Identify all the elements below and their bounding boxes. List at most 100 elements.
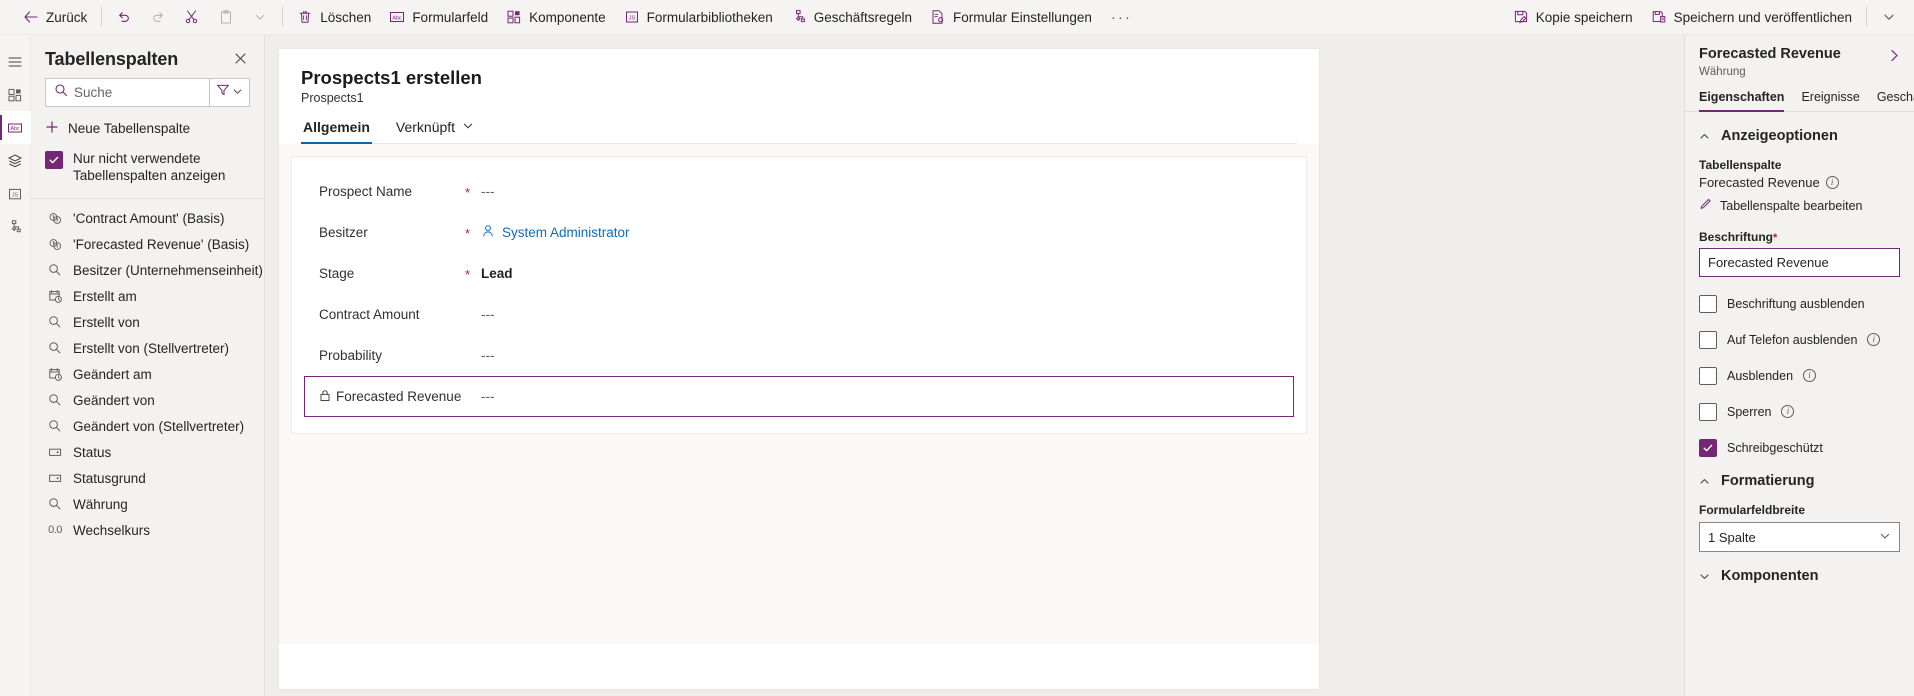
table-column-value: Forecasted Revenue (1699, 175, 1820, 190)
search-box[interactable] (45, 78, 210, 107)
list-item[interactable]: Erstellt am (31, 283, 264, 309)
group-title: Komponenten (1721, 568, 1819, 584)
save-and-publish-button[interactable]: Speichern und veröffentlichen (1642, 2, 1861, 32)
field-value: --- (481, 389, 495, 404)
form-libraries-button[interactable]: JS Formularbibliotheken (615, 2, 782, 32)
business-rules-button[interactable]: Geschäftsregeln (782, 2, 921, 32)
page-title: Prospects1 erstellen (301, 67, 482, 88)
list-item[interactable]: Geändert von (Stellvertreter) (31, 413, 264, 439)
group-komponenten[interactable]: Komponenten (1699, 568, 1900, 584)
checkbox-ausblenden[interactable]: Ausblenden i (1699, 366, 1900, 385)
list-item[interactable]: Statusgrund (31, 465, 264, 491)
checkbox-label: Sperren (1727, 404, 1772, 419)
form-settings-button[interactable]: Formular Einstellungen (921, 2, 1101, 32)
list-item-label: Erstellt von (Stellvertreter) (73, 340, 230, 356)
form-settings-icon (930, 9, 946, 25)
checkbox-auf-telefon-ausblenden[interactable]: Auf Telefon ausblenden i (1699, 330, 1900, 349)
svg-text:Abc: Abc (393, 15, 403, 21)
form-field-stage[interactable]: Stage * Lead (304, 253, 1294, 294)
hamburger-menu-icon[interactable] (0, 45, 31, 78)
tab-ereignisse[interactable]: Ereignisse (1801, 90, 1859, 111)
form-field-button[interactable]: Abc Formularfeld (380, 2, 497, 32)
edit-table-column-link[interactable]: Tabellenspalte bearbeiten (1699, 197, 1900, 214)
table-columns-list[interactable]: 'Contract Amount' (Basis) 'Forecasted Re… (31, 199, 264, 696)
list-item[interactable]: Geändert am (31, 361, 264, 387)
field-label: Besitzer (319, 225, 368, 240)
tab-geschaeft[interactable]: Geschäft (1877, 90, 1914, 111)
list-item[interactable]: Status (31, 439, 264, 465)
checkbox-label: Auf Telefon ausblenden (1727, 332, 1858, 347)
list-item[interactable]: Währung (31, 491, 264, 517)
form-field-contract-amount[interactable]: Contract Amount --- (304, 294, 1294, 335)
info-icon[interactable]: i (1781, 405, 1795, 418)
list-item[interactable]: 0.0 Wechselkurs (31, 517, 264, 543)
show-unused-columns-checkbox[interactable]: Nur nicht verwendete Tabellenspalten anz… (31, 148, 264, 199)
list-item[interactable]: Geändert von (31, 387, 264, 413)
search-input[interactable] (74, 85, 201, 100)
tab-eigenschaften[interactable]: Eigenschaften (1699, 90, 1785, 112)
chevron-up-icon (1699, 131, 1710, 142)
field-label: Stage (319, 266, 355, 281)
components-icon[interactable] (0, 78, 31, 111)
info-icon[interactable]: i (1867, 333, 1881, 346)
undo-icon (116, 9, 132, 25)
list-item[interactable]: 'Forecasted Revenue' (Basis) (31, 231, 264, 257)
info-icon[interactable]: i (1825, 176, 1839, 189)
paste-button[interactable] (209, 2, 243, 32)
undo-button[interactable] (107, 2, 141, 32)
component-button[interactable]: Komponente (497, 2, 615, 32)
info-icon[interactable]: i (1803, 369, 1817, 382)
tab-allgemein[interactable]: Allgemein (301, 119, 372, 144)
save-copy-button[interactable]: Kopie speichern (1504, 2, 1642, 32)
chevron-down-icon (252, 9, 268, 25)
form-field-label: Formularfeld (412, 9, 489, 25)
form-field-forecasted-revenue[interactable]: Forecasted Revenue --- (304, 376, 1294, 417)
overflow-menu-button[interactable]: ··· (1101, 2, 1142, 32)
abc-field-icon: Abc (389, 9, 405, 25)
form-field-prospect-name[interactable]: Prospect Name * --- (304, 171, 1294, 212)
group-formatierung[interactable]: Formatierung (1699, 473, 1900, 489)
properties-title: Forecasted Revenue (1699, 46, 1841, 62)
currency-icon (47, 210, 63, 226)
list-item[interactable]: 'Contract Amount' (Basis) (31, 205, 264, 231)
checkbox-schreibgeschuetzt[interactable]: Schreibgeschützt (1699, 438, 1900, 457)
redo-button[interactable] (141, 2, 175, 32)
abc-field-icon[interactable]: Abc (0, 111, 31, 144)
checkbox-sperren[interactable]: Sperren i (1699, 402, 1900, 421)
checkbox-box (1699, 403, 1717, 421)
save-copy-label: Kopie speichern (1535, 9, 1633, 25)
field-width-label: Formularfeldbreite (1699, 503, 1806, 517)
list-item[interactable]: Erstellt von (31, 309, 264, 335)
field-label: Prospect Name (319, 184, 413, 199)
required-indicator (465, 396, 481, 398)
close-panel-button[interactable] (229, 49, 252, 68)
new-table-column-label: Neue Tabellenspalte (68, 121, 191, 136)
list-item-label: Erstellt von (73, 314, 140, 330)
beschriftung-input[interactable] (1699, 248, 1900, 277)
list-item[interactable]: Erstellt von (Stellvertreter) (31, 335, 264, 361)
list-item[interactable]: Besitzer (Unternehmenseinheit) (31, 257, 264, 283)
new-table-column-button[interactable]: Neue Tabellenspalte (31, 107, 264, 148)
layers-icon[interactable] (0, 144, 31, 177)
list-item-label: Erstellt am (73, 288, 137, 304)
properties-subtitle: Währung (1699, 66, 1746, 78)
js-library-icon[interactable]: JS (0, 177, 31, 210)
back-button[interactable]: Zurück (14, 2, 96, 32)
paste-chevron-button[interactable] (243, 2, 277, 32)
field-width-select[interactable]: 1 Spalte (1699, 522, 1900, 552)
form-field-probability[interactable]: Probability --- (304, 335, 1294, 376)
lock-icon (319, 389, 331, 405)
tab-verknuepft[interactable]: Verknüpft (394, 119, 476, 143)
chevron-right-icon[interactable] (1885, 46, 1904, 65)
group-anzeigeoptionen[interactable]: Anzeigeoptionen (1699, 128, 1900, 144)
form-field-besitzer[interactable]: Besitzer * System Administrator (304, 212, 1294, 253)
save-options-chevron-button[interactable] (1872, 2, 1906, 32)
filter-button[interactable] (210, 78, 250, 107)
checkbox-beschriftung-ausblenden[interactable]: Beschriftung ausblenden (1699, 294, 1900, 313)
cut-button[interactable] (175, 2, 209, 32)
lookup-icon (47, 418, 63, 434)
business-rules-icon[interactable] (0, 210, 31, 243)
chevron-down-icon (462, 119, 474, 135)
delete-button[interactable]: Löschen (288, 2, 380, 32)
chevron-down-icon (1699, 571, 1710, 582)
